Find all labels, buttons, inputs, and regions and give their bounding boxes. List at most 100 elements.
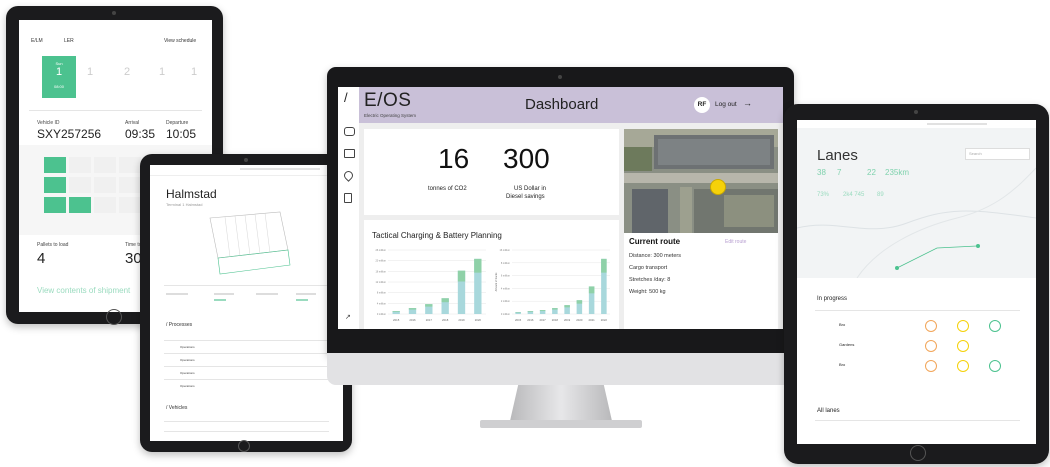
route-card: Current route Edit route Distance: 300 m… — [624, 129, 778, 329]
header-left: E/LM — [31, 38, 43, 44]
x-tick-label: 2020 — [576, 318, 583, 322]
arrow-right-icon[interactable]: → — [743, 98, 752, 108]
stat-all-lanes: 38 — [817, 168, 826, 177]
sidebar: / ↗ — [338, 87, 360, 329]
x-tick-label: 2022 — [601, 318, 608, 322]
truck-icon[interactable] — [344, 127, 355, 136]
home-button[interactable] — [910, 445, 926, 461]
divider — [29, 110, 202, 111]
stat-trucks: 89 — [877, 192, 884, 198]
all-lanes-heading: All lanes — [817, 408, 840, 414]
bar-top-segment — [441, 298, 449, 303]
y-tick-label: 4 million — [501, 287, 511, 290]
logout-label[interactable]: Log out — [715, 101, 737, 108]
divider — [164, 379, 329, 380]
bar-top-segment — [576, 300, 583, 304]
avatar[interactable]: RF — [694, 97, 710, 113]
x-tick-label: 2017 — [540, 318, 547, 322]
processes-heading: / Processes — [166, 322, 193, 328]
process-row[interactable]: Operations — [180, 371, 195, 375]
charging-chart-1: 26 million 20 million 16 million 12 million… — [375, 249, 486, 322]
chart-icon[interactable] — [344, 149, 355, 158]
satellite-map[interactable] — [624, 129, 778, 233]
lane-row[interactable]: Bro — [839, 362, 845, 367]
truck-marker-icon[interactable] — [710, 179, 726, 195]
divider — [815, 420, 1020, 421]
progress-ring — [925, 360, 937, 372]
header-mid: LER — [64, 38, 74, 44]
monitor-dashboard: / ↗ E/OS Electric Operating System Dashb… — [327, 67, 794, 354]
y-tick-label: 4 million — [377, 302, 387, 305]
progress-ring — [925, 320, 937, 332]
usd-label-1: US Dollar in — [514, 186, 547, 192]
charging-card: Tactical Charging & Battery Planning 26 … — [364, 220, 619, 329]
battery-icon[interactable] — [344, 193, 352, 203]
divider — [815, 310, 1020, 311]
y-tick-label: 12 million — [375, 281, 386, 284]
header-bar: E/OS Electric Operating System Dashboard… — [359, 87, 783, 123]
camera — [558, 75, 562, 79]
progress-ring — [957, 360, 969, 372]
y-tick-label: 8 million — [377, 292, 387, 295]
page-title: Lanes — [817, 147, 858, 164]
divider — [164, 285, 329, 286]
bar-top-segment — [539, 310, 546, 312]
sidebar-logo-slash: / — [344, 90, 348, 105]
app-logo: E/OS — [364, 90, 412, 111]
progress-ring — [925, 340, 937, 352]
x-tick-label: 2019 — [564, 318, 571, 322]
x-tick-label: 2016 — [527, 318, 534, 322]
home-button[interactable] — [238, 440, 250, 452]
stat-electrified: 7 — [837, 168, 842, 177]
progress-ring — [989, 360, 1001, 372]
expand-arrow-icon[interactable]: ↗ — [345, 313, 351, 321]
page-title: Dashboard — [525, 96, 599, 113]
bar-top-segment — [457, 270, 466, 282]
x-tick-label: 2015 — [515, 318, 522, 322]
view-contents-link[interactable]: View contents of shipment — [37, 286, 130, 295]
in-progress-heading: In progress — [817, 296, 848, 302]
usd-label-2: Diesel savings — [506, 194, 545, 200]
divider — [164, 431, 329, 432]
y-tick-label: 16 million — [499, 249, 510, 252]
home-button[interactable] — [106, 309, 122, 325]
bar-top-segment — [408, 308, 417, 310]
top-nav — [150, 165, 343, 176]
search-input[interactable]: Search — [965, 148, 1030, 160]
pallets-label: Pallets to load — [37, 242, 69, 248]
process-row[interactable]: Operations — [180, 384, 195, 388]
day-card[interactable]: 1 — [159, 66, 165, 78]
day-card[interactable]: 1 — [87, 66, 93, 78]
current-route-title: Current route — [629, 237, 681, 246]
bar-top-segment — [425, 304, 433, 307]
view-schedule-link[interactable]: View schedule — [164, 38, 196, 44]
x-tick-label: 2016 — [409, 318, 416, 322]
stats-row — [166, 291, 326, 313]
process-row[interactable]: Operations — [180, 345, 195, 349]
y-tick-label: 2 million — [501, 300, 511, 303]
co2-value: 16 — [438, 143, 470, 174]
lane-row[interactable]: Bro — [839, 322, 845, 327]
lane-row[interactable]: Gardens — [839, 342, 854, 347]
charging-chart-2: 16 million 8 million 6 million 4 million 2 m… — [495, 249, 610, 322]
edit-route-link[interactable]: Edit route — [725, 239, 746, 245]
day-card-selected[interactable]: Sun 1 08:00 — [42, 56, 76, 98]
route-stretches: Stretches /day: 8 — [629, 277, 671, 283]
lanes-screen: Lanes Search 38 7 22 235km 73% 2k4 745 8… — [797, 120, 1036, 444]
day-card[interactable]: 2 — [124, 66, 130, 78]
terminal-map — [209, 211, 291, 275]
location-pin-icon[interactable] — [342, 169, 355, 182]
monitor-stand — [510, 385, 612, 421]
route-weight: Weight: 500 kg — [629, 289, 666, 295]
route-distance: Distance: 300 meters — [629, 253, 681, 259]
camera — [244, 158, 248, 162]
bar-top-segment — [552, 308, 558, 310]
arrival-time: 09:35 — [125, 127, 156, 141]
process-row[interactable]: Operations — [180, 358, 195, 362]
app-logo-subtitle: Electric Operating System — [364, 113, 417, 118]
y-tick-label: 8 million — [501, 262, 511, 265]
day-card[interactable]: 1 — [191, 66, 197, 78]
y-tick-label: 20 million — [375, 260, 386, 263]
tablet-lanes: Lanes Search 38 7 22 235km 73% 2k4 745 8… — [784, 104, 1049, 464]
y-axis-label: Amount of trucks — [495, 272, 498, 292]
